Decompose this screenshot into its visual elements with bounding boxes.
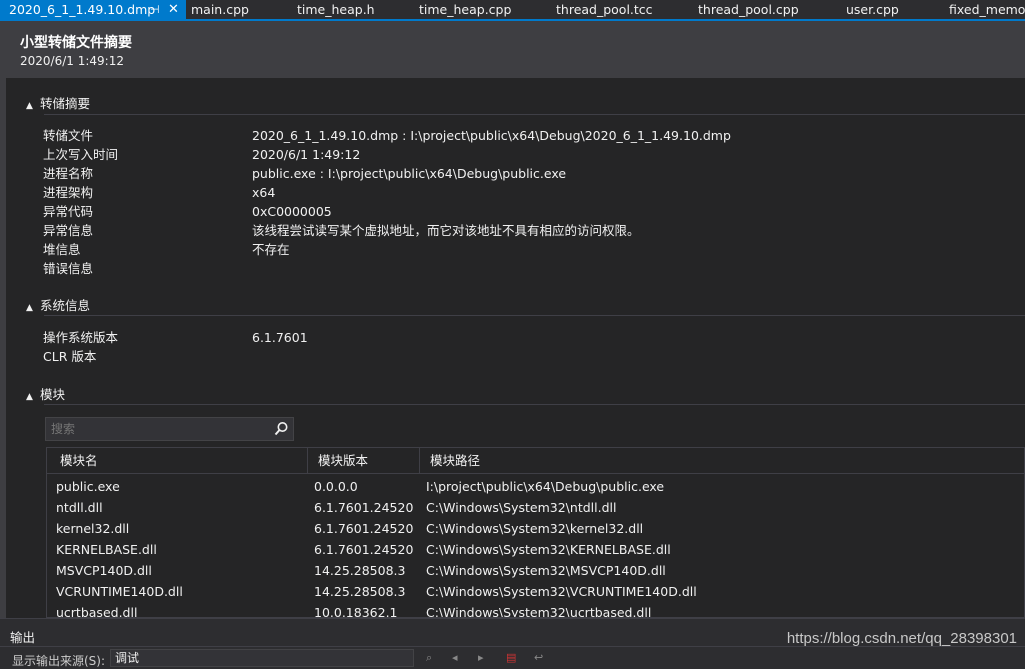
tab-dump-file[interactable]: 2020_6_1_1.49.10.dmp ⊣ ✕: [0, 0, 186, 19]
column-header-module-version[interactable]: 模块版本: [318, 448, 368, 473]
section-dump-summary-title: 转储摘要: [40, 96, 91, 111]
tab-time-heap-h[interactable]: time_heap.h: [297, 0, 375, 19]
module-name-cell: VCRUNTIME140D.dll: [56, 584, 183, 599]
tab-user-cpp[interactable]: user.cpp: [846, 0, 899, 19]
output-source-select[interactable]: 调试: [110, 649, 414, 667]
dump-row-value: 2020/6/1 1:49:12: [252, 147, 361, 162]
tab-main-cpp[interactable]: main.cpp: [191, 0, 249, 19]
tab-dump-file-label: 2020_6_1_1.49.10.dmp: [9, 2, 156, 17]
dump-row-key: 上次写入时间: [43, 147, 119, 162]
watermark: https://blog.csdn.net/qq_28398301: [786, 630, 1017, 647]
module-version-cell: 10.0.18362.1: [314, 605, 398, 618]
column-resize-handle[interactable]: [307, 448, 308, 473]
document-tab-bar: 2020_6_1_1.49.10.dmp ⊣ ✕ main.cpp time_h…: [0, 0, 1025, 19]
column-resize-handle[interactable]: [419, 448, 420, 473]
output-source-label: 显示输出来源(S):: [12, 654, 106, 668]
dump-row-key: 异常代码: [43, 204, 94, 219]
section-divider: [44, 404, 1025, 405]
page-title: 小型转储文件摘要: [20, 35, 132, 51]
module-name-cell: KERNELBASE.dll: [56, 542, 157, 557]
module-path-cell: C:\Windows\System32\KERNELBASE.dll: [426, 542, 671, 557]
summary-header: 小型转储文件摘要 2020/6/1 1:49:12: [0, 21, 1025, 78]
dump-row-key: 异常信息: [43, 223, 94, 238]
dump-date: 2020/6/1 1:49:12: [20, 54, 124, 68]
module-version-cell: 6.1.7601.24520: [314, 542, 414, 557]
dump-row-value: 不存在: [252, 242, 290, 257]
dump-row-value: 该线程尝试读写某个虚拟地址，而它对该地址不具有相应的访问权限。: [252, 223, 640, 238]
table-row[interactable]: VCRUNTIME140D.dll 14.25.28508.3 C:\Windo…: [47, 581, 1024, 602]
module-version-cell: 0.0.0.0: [314, 479, 358, 494]
module-path-cell: C:\Windows\System32\MSVCP140D.dll: [426, 563, 666, 578]
dump-row-value: public.exe : I:\project\public\x64\Debug…: [252, 166, 567, 181]
dump-row-key: 转储文件: [43, 128, 94, 143]
dump-row-key: 堆信息: [43, 242, 81, 257]
dump-row-key: 错误信息: [43, 261, 94, 276]
module-version-cell: 6.1.7601.24520: [314, 500, 414, 515]
pin-icon[interactable]: ⊣: [150, 0, 160, 19]
dump-row-value: 2020_6_1_1.49.10.dmp : I:\project\public…: [252, 128, 731, 143]
table-row[interactable]: ucrtbased.dll 10.0.18362.1 C:\Windows\Sy…: [47, 602, 1024, 618]
module-name-cell: kernel32.dll: [56, 521, 130, 536]
dump-row-key: 进程名称: [43, 166, 94, 181]
find-icon[interactable]: ⌕: [426, 651, 432, 665]
dump-row-value: 0xC0000005: [252, 204, 332, 219]
module-path-cell: I:\project\public\x64\Debug\public.exe: [426, 479, 665, 494]
table-row[interactable]: MSVCP140D.dll 14.25.28508.3 C:\Windows\S…: [47, 560, 1024, 581]
dump-row-key: 进程架构: [43, 185, 94, 200]
module-version-cell: 14.25.28508.3: [314, 563, 406, 578]
tab-thread-pool-cpp[interactable]: thread_pool.cpp: [698, 0, 799, 19]
system-row-key: 操作系统版本: [43, 330, 119, 345]
column-header-module-path[interactable]: 模块路径: [430, 448, 480, 473]
module-version-cell: 6.1.7601.24520: [314, 521, 414, 536]
summary-content: ▲ 转储摘要 转储文件 2020_6_1_1.49.10.dmp : I:\proj…: [6, 78, 1025, 618]
section-dump-summary-header[interactable]: ▲ 转储摘要: [26, 93, 90, 112]
table-row[interactable]: KERNELBASE.dll 6.1.7601.24520 C:\Windows…: [47, 539, 1024, 560]
section-modules-title: 模块: [40, 387, 66, 402]
modules-table-header: 模块名 模块版本 模块路径: [47, 448, 1024, 474]
system-row-key: CLR 版本: [43, 349, 97, 364]
table-row[interactable]: public.exe 0.0.0.0 I:\project\public\x64…: [47, 476, 1024, 497]
module-path-cell: C:\Windows\System32\VCRUNTIME140D.dll: [426, 584, 697, 599]
module-version-cell: 14.25.28508.3: [314, 584, 406, 599]
tab-time-heap-cpp[interactable]: time_heap.cpp: [419, 0, 511, 19]
output-pane-title: 输出: [10, 630, 36, 645]
module-path-cell: C:\Windows\System32\ucrtbased.dll: [426, 605, 652, 618]
module-path-cell: C:\Windows\System32\ntdll.dll: [426, 500, 617, 515]
section-divider: [44, 114, 1025, 115]
dump-row-value: x64: [252, 185, 276, 200]
search-icon[interactable]: [272, 419, 290, 439]
module-name-cell: ntdll.dll: [56, 500, 103, 515]
column-header-module-name[interactable]: 模块名: [60, 448, 98, 473]
section-modules-header[interactable]: ▲ 模块: [26, 384, 65, 403]
section-system-info-header[interactable]: ▲ 系统信息: [26, 295, 90, 314]
system-row-value: 6.1.7601: [252, 330, 308, 345]
modules-table: 模块名 模块版本 模块路径 public.exe 0.0.0.0 I:\proj…: [46, 447, 1025, 618]
section-system-info-title: 系统信息: [40, 298, 91, 313]
section-divider: [44, 315, 1025, 316]
module-search-input[interactable]: [46, 418, 271, 440]
chevron-up-icon[interactable]: ▲: [26, 303, 40, 313]
module-name-cell: ucrtbased.dll: [56, 605, 138, 618]
module-name-cell: MSVCP140D.dll: [56, 563, 152, 578]
chevron-up-icon[interactable]: ▲: [26, 101, 40, 111]
table-row[interactable]: kernel32.dll 6.1.7601.24520 C:\Windows\S…: [47, 518, 1024, 539]
module-path-cell: C:\Windows\System32\kernel32.dll: [426, 521, 644, 536]
tab-thread-pool-tcc[interactable]: thread_pool.tcc: [556, 0, 653, 19]
module-name-cell: public.exe: [56, 479, 120, 494]
module-search-box[interactable]: [45, 417, 294, 441]
tab-fixed-memory[interactable]: fixed_memory: [949, 0, 1025, 19]
chevron-up-icon[interactable]: ▲: [26, 392, 40, 402]
table-row[interactable]: ntdll.dll 6.1.7601.24520 C:\Windows\Syst…: [47, 497, 1024, 518]
close-icon[interactable]: ✕: [168, 0, 179, 19]
